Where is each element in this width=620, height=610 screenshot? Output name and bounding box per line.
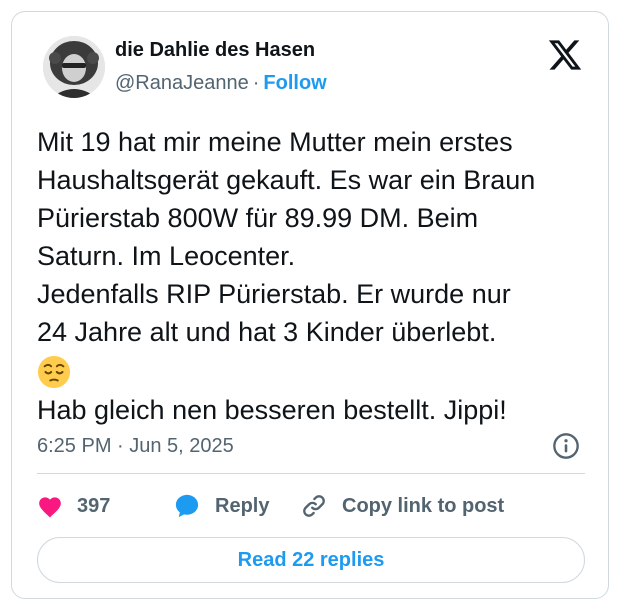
reply-label: Reply [215, 494, 270, 517]
tweet-line: Saturn. Im Leocenter. [37, 241, 296, 271]
avatar[interactable] [43, 36, 105, 98]
info-icon[interactable] [552, 432, 580, 460]
tweet-line: Mit 19 hat mir meine Mutter mein erstes [37, 127, 513, 157]
author-handle[interactable]: @RanaJeanne [115, 72, 249, 94]
read-replies-label: Read 22 replies [237, 548, 385, 571]
emoji-line [37, 351, 597, 391]
tweet-line: Jedenfalls RIP Pürierstab. Er wurde nur [37, 279, 511, 309]
reply-button[interactable]: Reply [172, 488, 269, 524]
x-logo-icon[interactable] [547, 37, 583, 73]
like-button[interactable]: 397 [37, 488, 110, 524]
tweet-line: Haushaltsgerät gekauft. Es war ein Braun [37, 165, 536, 195]
tweet-text: Mit 19 hat mir meine Mutter mein erstes … [37, 123, 597, 429]
read-replies-button[interactable]: Read 22 replies [37, 537, 585, 583]
copy-link-button[interactable]: Copy link to post [300, 488, 504, 524]
separator-dot: · [252, 72, 260, 94]
tweet-timestamp[interactable]: 6:25 PM · Jun 5, 2025 [37, 435, 234, 458]
pensive-face-emoji [37, 355, 71, 388]
copy-link-label: Copy link to post [342, 494, 505, 517]
link-icon [303, 495, 325, 517]
author-display-name[interactable]: die Dahlie des Hasen [115, 39, 315, 62]
tweet-line: 24 Jahre alt und hat 3 Kinder überlebt. [37, 317, 497, 347]
tweet-line: Pürierstab 800W für 89.99 DM. Beim [37, 203, 479, 233]
like-count: 397 [77, 494, 111, 517]
tweet-line: Hab gleich nen besseren bestellt. Jippi! [37, 394, 507, 425]
tweet-card: die Dahlie des Hasen @RanaJeanne · Follow … [11, 11, 609, 599]
speech-bubble-icon [175, 494, 199, 518]
author-meta: @RanaJeanne · Follow [115, 72, 327, 95]
heart-icon [39, 497, 61, 518]
divider [37, 473, 585, 474]
follow-button[interactable]: Follow [263, 72, 326, 94]
